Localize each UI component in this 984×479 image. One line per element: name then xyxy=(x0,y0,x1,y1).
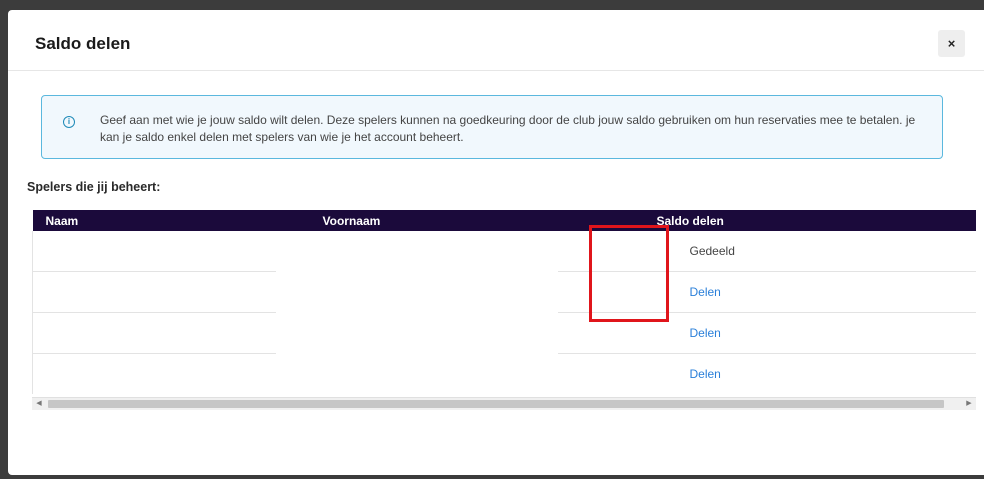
column-header-naam[interactable]: Naam xyxy=(33,210,276,231)
cell-voornaam xyxy=(276,313,558,354)
column-header-saldo-delen[interactable]: Saldo delen xyxy=(558,210,977,231)
column-header-voornaam[interactable]: Voornaam xyxy=(276,210,558,231)
shared-status: Gedeeld xyxy=(689,244,735,258)
horizontal-scrollbar[interactable]: ◀ ▶ xyxy=(32,397,976,410)
cell-voornaam xyxy=(276,272,558,313)
players-table-container: Naam Voornaam Saldo delen Gedeeld Delen xyxy=(32,210,976,394)
table-row: Gedeeld xyxy=(32,231,976,272)
share-link[interactable]: Delen xyxy=(690,285,721,299)
close-icon: × xyxy=(947,36,956,51)
close-button[interactable]: × xyxy=(938,30,965,57)
cell-saldo-action: Delen xyxy=(557,353,976,394)
modal-title: Saldo delen xyxy=(35,34,131,53)
cell-saldo-action: Delen xyxy=(557,312,976,354)
info-alert: i Geef aan met wie je jouw saldo wilt de… xyxy=(41,95,943,159)
players-table: Naam Voornaam Saldo delen Gedeeld Delen xyxy=(32,210,976,394)
cell-saldo-action: Delen xyxy=(557,271,976,313)
info-icon: i xyxy=(63,116,75,128)
cell-saldo-status: Gedeeld xyxy=(557,231,976,272)
table-row: Delen xyxy=(32,353,976,395)
share-link[interactable]: Delen xyxy=(690,367,721,381)
table-row: Delen xyxy=(32,312,976,354)
table-header-row: Naam Voornaam Saldo delen xyxy=(32,210,977,231)
cell-naam xyxy=(32,312,276,354)
share-link[interactable]: Delen xyxy=(690,326,721,340)
table-row: Delen xyxy=(32,271,976,313)
scroll-left-arrow-icon[interactable]: ◀ xyxy=(32,398,46,410)
cell-voornaam xyxy=(276,354,558,395)
section-label: Spelers die jij beheert: xyxy=(27,180,161,194)
cell-naam xyxy=(32,353,276,394)
cell-voornaam xyxy=(276,231,558,272)
cell-naam xyxy=(32,271,276,313)
scroll-right-arrow-icon[interactable]: ▶ xyxy=(962,398,976,410)
cell-naam xyxy=(32,231,276,272)
info-text: Geef aan met wie je jouw saldo wilt dele… xyxy=(100,113,916,144)
modal-header: Saldo delen × xyxy=(8,10,984,71)
scroll-thumb[interactable] xyxy=(48,400,944,408)
